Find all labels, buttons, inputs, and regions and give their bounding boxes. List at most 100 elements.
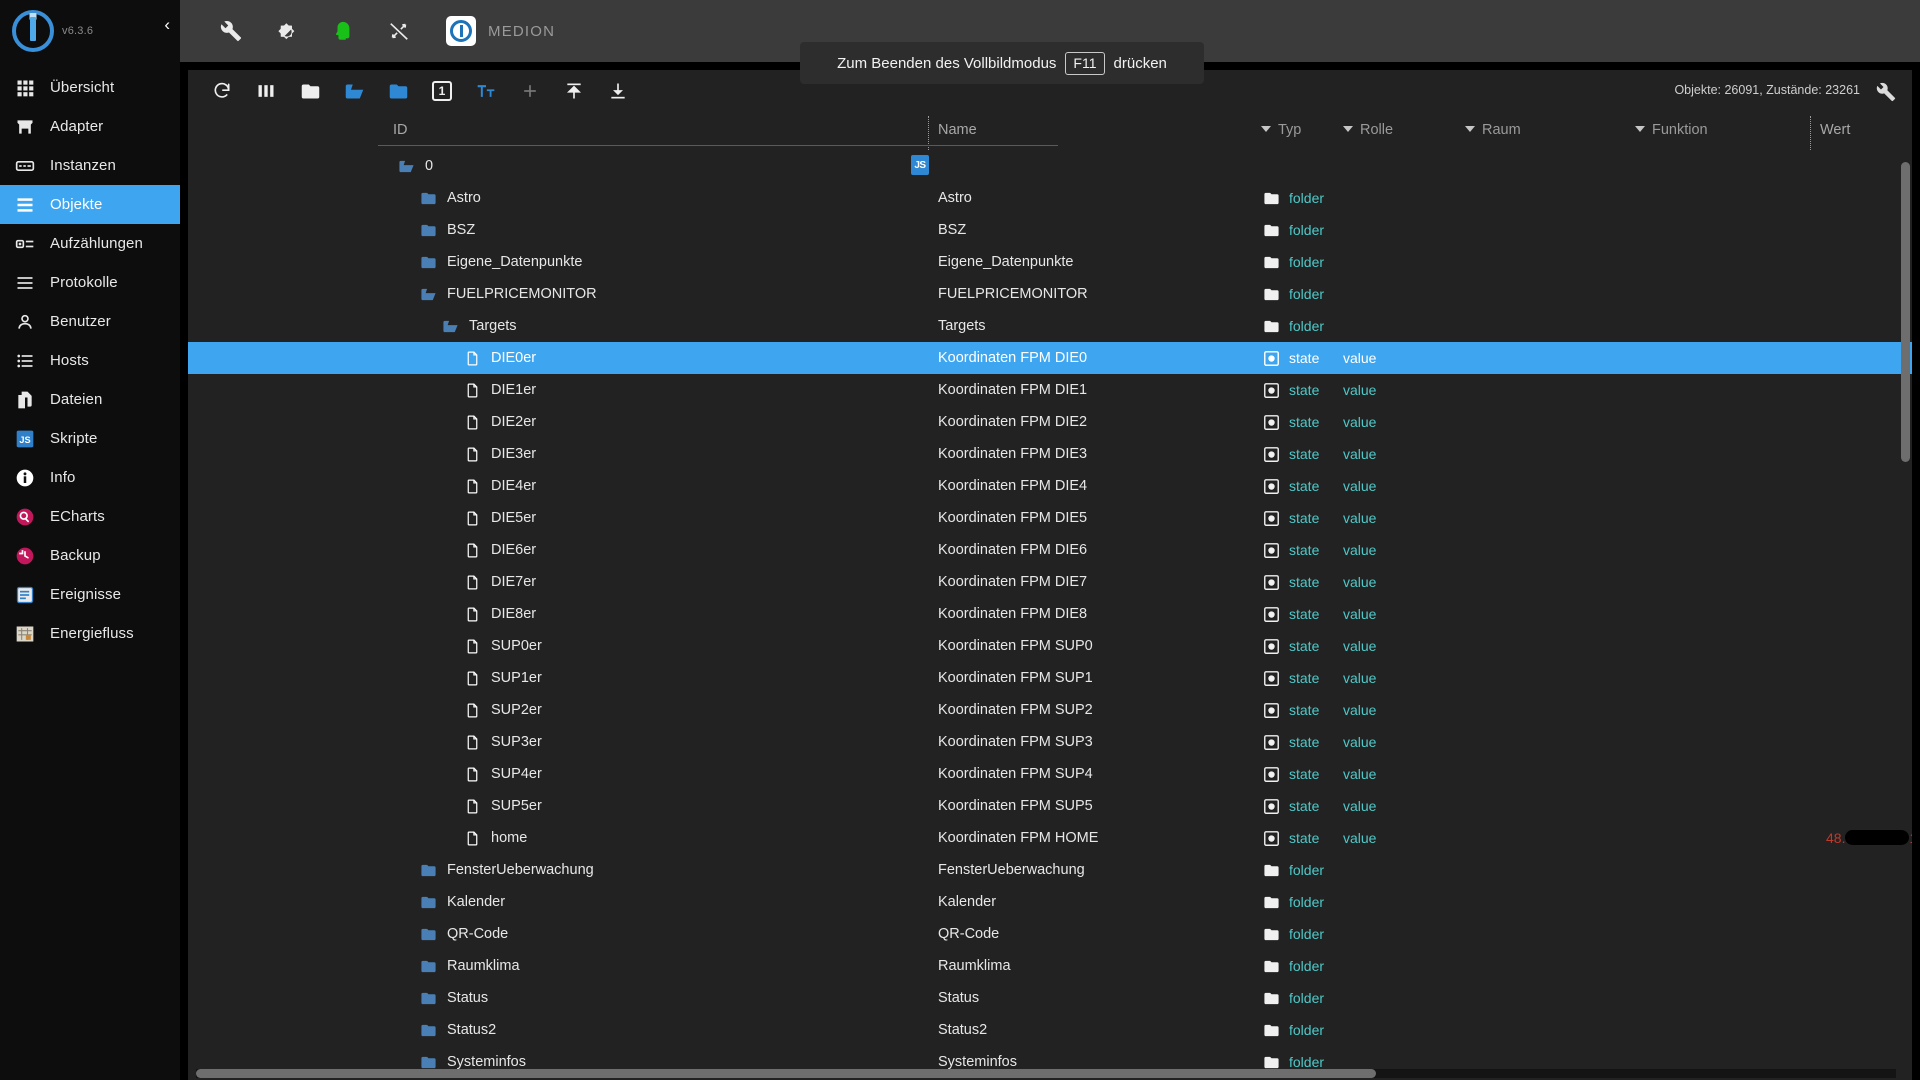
table-row[interactable]: RaumklimaRaumklimafolder664: [188, 950, 1912, 982]
column-header-wert[interactable]: Wert: [1820, 122, 1850, 138]
table-row[interactable]: SUP2erKoordinaten FPM SUP2statevalue664: [188, 694, 1912, 726]
table-row[interactable]: KalenderKalenderfolder664: [188, 886, 1912, 918]
file-icon[interactable]: [464, 446, 481, 463]
file-icon[interactable]: [464, 766, 481, 783]
table-row[interactable]: StatusStatusfolder664: [188, 982, 1912, 1014]
host-chip[interactable]: MEDION: [446, 16, 555, 46]
file-icon[interactable]: [464, 414, 481, 431]
row-id-cell[interactable]: SUP1er: [464, 662, 542, 694]
table-row[interactable]: 0 JS: [188, 150, 1912, 182]
row-id-cell[interactable]: Targets: [442, 310, 517, 342]
row-id-cell[interactable]: Eigene_Datenpunkte: [420, 246, 582, 278]
table-row[interactable]: DIE5erKoordinaten FPM DIE5statevalue664: [188, 502, 1912, 534]
row-id-cell[interactable]: SUP2er: [464, 694, 542, 726]
folder-blue-icon[interactable]: [420, 1022, 437, 1039]
folder-open-blue-icon[interactable]: [420, 286, 437, 303]
row-id-cell[interactable]: DIE1er: [464, 374, 536, 406]
file-icon[interactable]: [464, 606, 481, 623]
chevron-down-icon[interactable]: [1261, 126, 1271, 132]
table-row[interactable]: Eigene_DatenpunkteEigene_Datenpunktefold…: [188, 246, 1912, 278]
js-badge[interactable]: JS: [911, 155, 929, 175]
settings-wrench-icon[interactable]: [1874, 80, 1898, 104]
folder-open-blue-icon[interactable]: [398, 158, 415, 175]
table-row[interactable]: TargetsTargetsfolder664: [188, 310, 1912, 342]
theme-brightness-icon[interactable]: [272, 16, 302, 46]
row-id-cell[interactable]: DIE3er: [464, 438, 536, 470]
row-id-cell[interactable]: DIE2er: [464, 406, 536, 438]
row-id-cell[interactable]: Kalender: [420, 886, 505, 918]
table-row[interactable]: QR-CodeQR-Codefolder664: [188, 918, 1912, 950]
row-id-cell[interactable]: FensterUeberwachung: [420, 854, 594, 886]
row-id-cell[interactable]: SUP5er: [464, 790, 542, 822]
sidebar-item-echarts[interactable]: ECharts: [0, 497, 180, 536]
row-id-cell[interactable]: QR-Code: [420, 918, 508, 950]
table-row[interactable]: homeKoordinaten FPM HOMEstatevalue48.14.…: [188, 822, 1912, 854]
chevron-down-icon[interactable]: [1635, 126, 1645, 132]
sidebar-item-backup[interactable]: Backup: [0, 536, 180, 575]
file-icon[interactable]: [464, 382, 481, 399]
text-size-icon[interactable]: [464, 70, 508, 112]
table-row[interactable]: Status2Status2folder664: [188, 1014, 1912, 1046]
green-head-icon[interactable]: [328, 16, 358, 46]
row-id-cell[interactable]: SUP4er: [464, 758, 542, 790]
table-row[interactable]: DIE1erKoordinaten FPM DIE1statevalue664: [188, 374, 1912, 406]
row-id-cell[interactable]: DIE6er: [464, 534, 536, 566]
row-id-cell[interactable]: home: [464, 822, 527, 854]
row-id-cell[interactable]: DIE7er: [464, 566, 536, 598]
column-header-typ[interactable]: Typ: [1261, 122, 1301, 138]
table-row[interactable]: DIE6erKoordinaten FPM DIE6statevalue664: [188, 534, 1912, 566]
row-id-cell[interactable]: Raumklima: [420, 950, 520, 982]
file-icon[interactable]: [464, 702, 481, 719]
sidebar-item-aufz-hlungen[interactable]: Aufzählungen: [0, 224, 180, 263]
file-icon[interactable]: [464, 542, 481, 559]
table-row[interactable]: SUP3erKoordinaten FPM SUP3statevalue664: [188, 726, 1912, 758]
sidebar-item-ereignisse[interactable]: Ereignisse: [0, 575, 180, 614]
download-icon[interactable]: [596, 70, 640, 112]
table-row[interactable]: SUP0erKoordinaten FPM SUP0statevalue664: [188, 630, 1912, 662]
file-icon[interactable]: [464, 670, 481, 687]
row-id-cell[interactable]: DIE5er: [464, 502, 536, 534]
row-id-cell[interactable]: DIE8er: [464, 598, 536, 630]
row-id-cell[interactable]: SUP0er: [464, 630, 542, 662]
sidebar-item-info[interactable]: Info: [0, 458, 180, 497]
table-row[interactable]: DIE8erKoordinaten FPM DIE8statevalue664: [188, 598, 1912, 630]
file-icon[interactable]: [464, 638, 481, 655]
row-id-cell[interactable]: FUELPRICEMONITOR: [420, 278, 597, 310]
sidebar-item-objekte[interactable]: Objekte: [0, 185, 180, 224]
file-icon[interactable]: [464, 350, 481, 367]
file-icon[interactable]: [464, 830, 481, 847]
folder-blue-icon[interactable]: [420, 990, 437, 1007]
folder-blue-icon[interactable]: [420, 254, 437, 271]
row-id-cell[interactable]: Astro: [420, 182, 481, 214]
table-row[interactable]: DIE0erKoordinaten FPM DIE0statevalue664: [188, 342, 1912, 374]
sidebar-item-skripte[interactable]: JSSkripte: [0, 419, 180, 458]
folder-blue-icon[interactable]: [420, 926, 437, 943]
folder-closed-icon[interactable]: [288, 70, 332, 112]
column-header-funktion[interactable]: Funktion: [1635, 122, 1708, 138]
folder-open-blue-icon[interactable]: [332, 70, 376, 112]
add-icon[interactable]: [508, 70, 552, 112]
sidebar-item--bersicht[interactable]: Übersicht: [0, 68, 180, 107]
disconnect-icon[interactable]: [384, 16, 414, 46]
sidebar-collapse-icon[interactable]: ‹: [164, 16, 170, 33]
vertical-scroll-thumb[interactable]: [1901, 162, 1910, 462]
row-id-cell[interactable]: BSZ: [420, 214, 475, 246]
upload-icon[interactable]: [552, 70, 596, 112]
chevron-down-icon[interactable]: [1343, 126, 1353, 132]
file-icon[interactable]: [464, 478, 481, 495]
wrench-icon[interactable]: [216, 16, 246, 46]
row-id-cell[interactable]: 0: [398, 150, 433, 182]
row-id-cell[interactable]: Status2: [420, 1014, 496, 1046]
sidebar-item-instanzen[interactable]: Instanzen: [0, 146, 180, 185]
column-header-raum[interactable]: Raum: [1465, 122, 1521, 138]
folder-blue-icon[interactable]: [420, 958, 437, 975]
row-id-cell[interactable]: DIE0er: [464, 342, 536, 374]
sidebar-item-benutzer[interactable]: Benutzer: [0, 302, 180, 341]
folder-blue-icon[interactable]: [420, 894, 437, 911]
table-row[interactable]: BSZBSZfolder664: [188, 214, 1912, 246]
refresh-icon[interactable]: [200, 70, 244, 112]
table-row[interactable]: FensterUeberwachungFensterUeberwachungfo…: [188, 854, 1912, 886]
table-row[interactable]: SUP1erKoordinaten FPM SUP1statevalue664: [188, 662, 1912, 694]
table-row[interactable]: DIE2erKoordinaten FPM DIE2statevalue664: [188, 406, 1912, 438]
table-row[interactable]: AstroAstrofolder664: [188, 182, 1912, 214]
